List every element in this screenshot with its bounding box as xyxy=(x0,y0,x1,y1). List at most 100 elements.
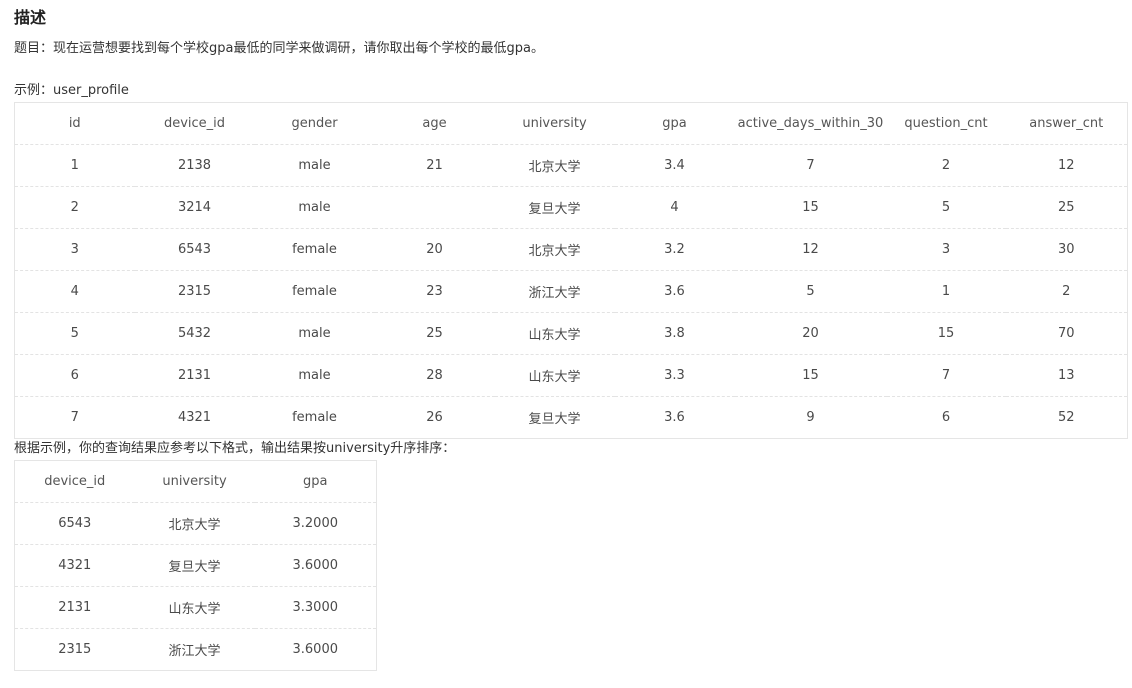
table-cell: 3.2000 xyxy=(254,502,377,545)
table-cell: 浙江大学 xyxy=(494,270,615,313)
table-cell: 70 xyxy=(1005,312,1128,355)
table-cell: 2 xyxy=(886,144,1006,187)
table-cell: 7 xyxy=(886,354,1006,397)
table-row: 5 5432 male 25 山东大学 3.8 20 15 70 xyxy=(14,312,1128,355)
table-cell: 7 xyxy=(734,144,887,187)
col-header-device-id: device_id xyxy=(134,102,255,145)
question-text: 题目：现在运营想要找到每个学校gpa最低的同学来做调研，请你取出每个学校的最低g… xyxy=(14,41,544,56)
header-row: device_id university gpa xyxy=(14,460,377,503)
table-cell: 26 xyxy=(426,410,443,425)
table-cell: male xyxy=(254,312,375,355)
table-cell xyxy=(374,186,495,229)
table-row: 1 2138 male 21 北京大学 3.4 7 2 12 xyxy=(14,144,1128,187)
table-row: 2131 山东大学 3.3000 xyxy=(14,586,377,629)
table-cell: 3.3 xyxy=(614,354,735,397)
table-cell: 北京大学 xyxy=(494,144,615,187)
example-table-header: id device_id gender age university gpa a… xyxy=(14,102,1128,145)
table-cell: 山东大学 xyxy=(494,312,615,355)
col-header-gpa: gpa xyxy=(614,102,735,145)
col-header-active-days: active_days_within_30 xyxy=(734,102,887,145)
table-cell: 20 xyxy=(374,228,495,271)
table-cell: 7 xyxy=(70,410,79,425)
example-table-body: 1 2138 male 21 北京大学 3.4 7 2 12 2 3214 male 复旦大学 4 15 5 2… xyxy=(14,144,1128,439)
table-cell: 2 xyxy=(14,186,135,229)
section-heading: 描述 xyxy=(14,8,47,27)
table-cell: 2315 xyxy=(134,270,255,313)
table-cell: 25 xyxy=(374,312,495,355)
table-cell: 复旦大学 xyxy=(494,186,615,229)
example-table-user-profile: id device_id gender age university gpa a… xyxy=(14,102,1128,439)
table-cell: 25 xyxy=(1005,186,1128,229)
table-cell: 2131 xyxy=(14,586,135,629)
col-header-device-id: device_id xyxy=(14,460,135,503)
table-cell: 2 xyxy=(1005,270,1128,313)
table-cell: 12 xyxy=(1005,144,1128,187)
col-header-gpa: gpa xyxy=(254,460,377,503)
table-cell: 5432 xyxy=(134,312,255,355)
table-cell: 21 xyxy=(374,144,495,187)
result-table-body: 6543 北京大学 3.2000 4321 复旦大学 3.6000 2131 山东大学 3.30… xyxy=(14,502,377,671)
table-cell: male xyxy=(254,144,375,187)
table-cell: 2131 xyxy=(134,354,255,397)
table-cell: 3.3000 xyxy=(254,586,377,629)
table-row: 3 6543 female 20 北京大学 3.2 12 3 30 xyxy=(14,228,1128,271)
header-row: id device_id gender age university gpa a… xyxy=(14,102,1128,145)
table-cell: 3.6000 xyxy=(254,544,377,587)
table-cell: 15 xyxy=(734,186,887,229)
table-cell: 山东大学 xyxy=(134,586,255,629)
table-row: 6543 北京大学 3.2000 xyxy=(14,502,377,545)
table-cell: 13 xyxy=(1005,354,1128,397)
table-cell: 5 xyxy=(734,270,887,313)
col-header-answer-cnt: answer_cnt xyxy=(1005,102,1128,145)
table-cell: 4321 xyxy=(14,544,135,587)
table-cell: 复旦大学 xyxy=(528,412,581,427)
col-header-university: university xyxy=(494,102,615,145)
table-cell: 6 xyxy=(14,354,135,397)
table-cell: 15 xyxy=(886,312,1006,355)
table-cell: 1 xyxy=(14,144,135,187)
table-cell: 6543 xyxy=(14,502,135,545)
table-cell: 20 xyxy=(734,312,887,355)
table-cell: female xyxy=(292,410,337,425)
table-cell: 北京大学 xyxy=(494,228,615,271)
table-cell: 3.6 xyxy=(614,270,735,313)
table-row: 4321 复旦大学 3.6000 xyxy=(14,544,377,587)
col-header-id: id xyxy=(14,102,135,145)
table-cell: 3 xyxy=(14,228,135,271)
table-cell: 3.6000 xyxy=(292,642,339,657)
table-cell: male xyxy=(254,186,375,229)
table-cell: 1 xyxy=(886,270,1006,313)
table-cell: 23 xyxy=(374,270,495,313)
table-cell: 4 xyxy=(14,270,135,313)
table-cell: female xyxy=(254,228,375,271)
table-cell: 12 xyxy=(734,228,887,271)
table-cell: 北京大学 xyxy=(134,502,255,545)
table-cell: 4 xyxy=(614,186,735,229)
table-row: 7 4321 female 26 复旦大学 3.6 9 6 52 xyxy=(15,397,1128,439)
table-cell: 5 xyxy=(14,312,135,355)
table-row: 2315 浙江大学 3.6000 xyxy=(15,629,377,671)
table-cell: 4321 xyxy=(177,410,212,425)
result-format-label: 根据示例，你的查询结果应参考以下格式，输出结果按university升序排序： xyxy=(14,441,456,456)
table-cell: 3 xyxy=(886,228,1006,271)
col-header-gender: gender xyxy=(254,102,375,145)
table-cell: 15 xyxy=(734,354,887,397)
table-cell: 复旦大学 xyxy=(134,544,255,587)
table-cell: 3214 xyxy=(134,186,255,229)
table-cell: 2315 xyxy=(58,642,92,657)
table-cell: 30 xyxy=(1005,228,1128,271)
col-header-age: age xyxy=(374,102,495,145)
result-table: device_id university gpa 6543 北京大学 3.2000 4… xyxy=(14,460,377,671)
table-cell: 山东大学 xyxy=(494,354,615,397)
table-row: 4 2315 female 23 浙江大学 3.6 5 1 2 xyxy=(14,270,1128,313)
table-cell: 浙江大学 xyxy=(168,644,221,659)
table-cell: 3.8 xyxy=(614,312,735,355)
table-cell: male xyxy=(254,354,375,397)
table-row: 6 2131 male 28 山东大学 3.3 15 7 13 xyxy=(14,354,1128,397)
table-cell: 5 xyxy=(886,186,1006,229)
table-row: 2 3214 male 复旦大学 4 15 5 25 xyxy=(14,186,1128,229)
table-cell: 9 xyxy=(806,410,815,425)
table-cell: 3.6 xyxy=(664,410,685,425)
table-cell: 28 xyxy=(374,354,495,397)
col-header-question-cnt: question_cnt xyxy=(886,102,1006,145)
